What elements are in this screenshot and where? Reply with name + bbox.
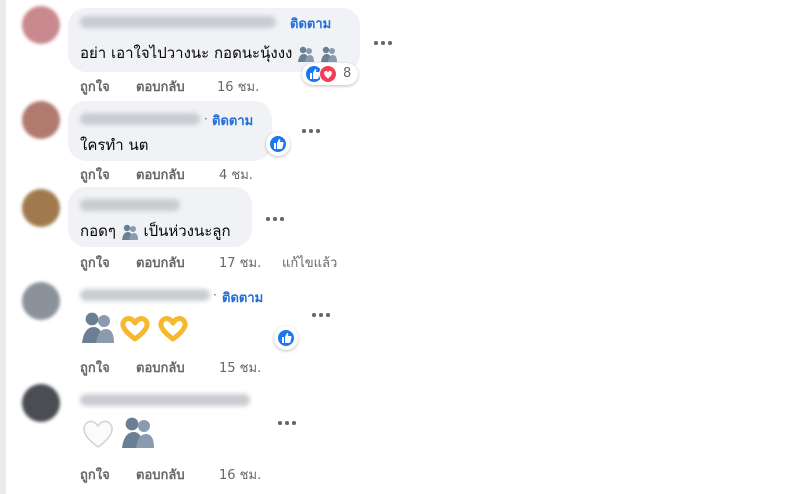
reply-button[interactable]: ตอบกลับ bbox=[136, 464, 185, 485]
reply-button[interactable]: ตอบกลับ bbox=[136, 164, 185, 185]
timestamp[interactable]: 15 ชม. bbox=[219, 357, 261, 378]
separator-dot: · bbox=[204, 112, 208, 126]
white-heart-emoji-icon bbox=[83, 420, 113, 448]
avatar[interactable] bbox=[22, 282, 60, 320]
like-button[interactable]: ถูกใจ bbox=[80, 357, 110, 378]
hug-emoji-icon bbox=[121, 224, 138, 240]
comment-body: กอดๆ bbox=[80, 222, 116, 240]
follow-button[interactable]: ติดตาม bbox=[212, 110, 253, 131]
reaction-summary[interactable]: 8 bbox=[302, 63, 358, 85]
like-icon bbox=[269, 135, 287, 153]
comment-text: กอดๆ เป็นห่วงนะลูก bbox=[80, 219, 231, 243]
comment-body-continued: เป็นห่วงนะลูก bbox=[143, 222, 231, 240]
author-name[interactable] bbox=[80, 113, 200, 125]
more-options-icon[interactable] bbox=[276, 418, 298, 428]
heart-hands-emoji-icon bbox=[158, 316, 188, 342]
page-edge bbox=[0, 0, 6, 494]
hug-emoji-icon bbox=[298, 46, 315, 62]
like-button[interactable]: ถูกใจ bbox=[80, 252, 110, 273]
edited-label: แก้ไขแล้ว bbox=[282, 256, 338, 271]
avatar[interactable] bbox=[22, 189, 60, 227]
more-options-icon[interactable] bbox=[264, 214, 286, 224]
reaction-count: 8 bbox=[343, 66, 352, 81]
reply-button[interactable]: ตอบกลับ bbox=[136, 76, 185, 97]
timestamp[interactable]: 16 ชม. bbox=[217, 76, 259, 97]
like-icon bbox=[277, 329, 295, 347]
hug-emoji-icon bbox=[82, 312, 114, 343]
timestamp[interactable]: 16 ชม. bbox=[219, 464, 261, 485]
author-name[interactable] bbox=[80, 199, 180, 211]
hug-emoji-icon bbox=[122, 417, 154, 448]
like-button[interactable]: ถูกใจ bbox=[80, 464, 110, 485]
follow-button[interactable]: ติดตาม bbox=[290, 13, 331, 34]
reply-button[interactable]: ตอบกลับ bbox=[136, 357, 185, 378]
comment-text: อย่า เอาใจไปวางนะ กอดนะนุ้งงง bbox=[80, 41, 338, 65]
like-button[interactable]: ถูกใจ bbox=[80, 76, 110, 97]
avatar[interactable] bbox=[22, 101, 60, 139]
author-name[interactable] bbox=[80, 16, 276, 28]
like-button[interactable]: ถูกใจ bbox=[80, 164, 110, 185]
avatar[interactable] bbox=[22, 6, 60, 44]
more-options-icon[interactable] bbox=[310, 310, 332, 320]
hug-emoji-icon bbox=[320, 46, 337, 62]
comment-bubble: กอดๆ เป็นห่วงนะลูก bbox=[68, 187, 252, 247]
timestamp[interactable]: 4 ชม. bbox=[219, 164, 253, 185]
separator-dot: · bbox=[213, 288, 217, 302]
reply-button[interactable]: ตอบกลับ bbox=[136, 252, 185, 273]
comment-body: อย่า เอาใจไปวางนะ กอดนะนุ้งงง bbox=[80, 44, 293, 62]
reaction-summary[interactable] bbox=[274, 326, 298, 350]
avatar[interactable] bbox=[22, 384, 60, 422]
comment-bubble: · ติดตาม ใครทำ นต bbox=[68, 101, 272, 161]
follow-button[interactable]: ติดตาม bbox=[222, 287, 263, 308]
author-name[interactable] bbox=[80, 289, 210, 301]
love-icon bbox=[319, 65, 337, 83]
more-options-icon[interactable] bbox=[372, 38, 394, 48]
heart-hands-emoji-icon bbox=[120, 316, 150, 342]
reaction-summary[interactable] bbox=[266, 132, 290, 156]
comment-body: ใครทำ นต bbox=[80, 136, 149, 154]
timestamp[interactable]: 17 ชม. bbox=[219, 252, 261, 273]
author-name[interactable] bbox=[80, 394, 250, 406]
more-options-icon[interactable] bbox=[300, 126, 322, 136]
